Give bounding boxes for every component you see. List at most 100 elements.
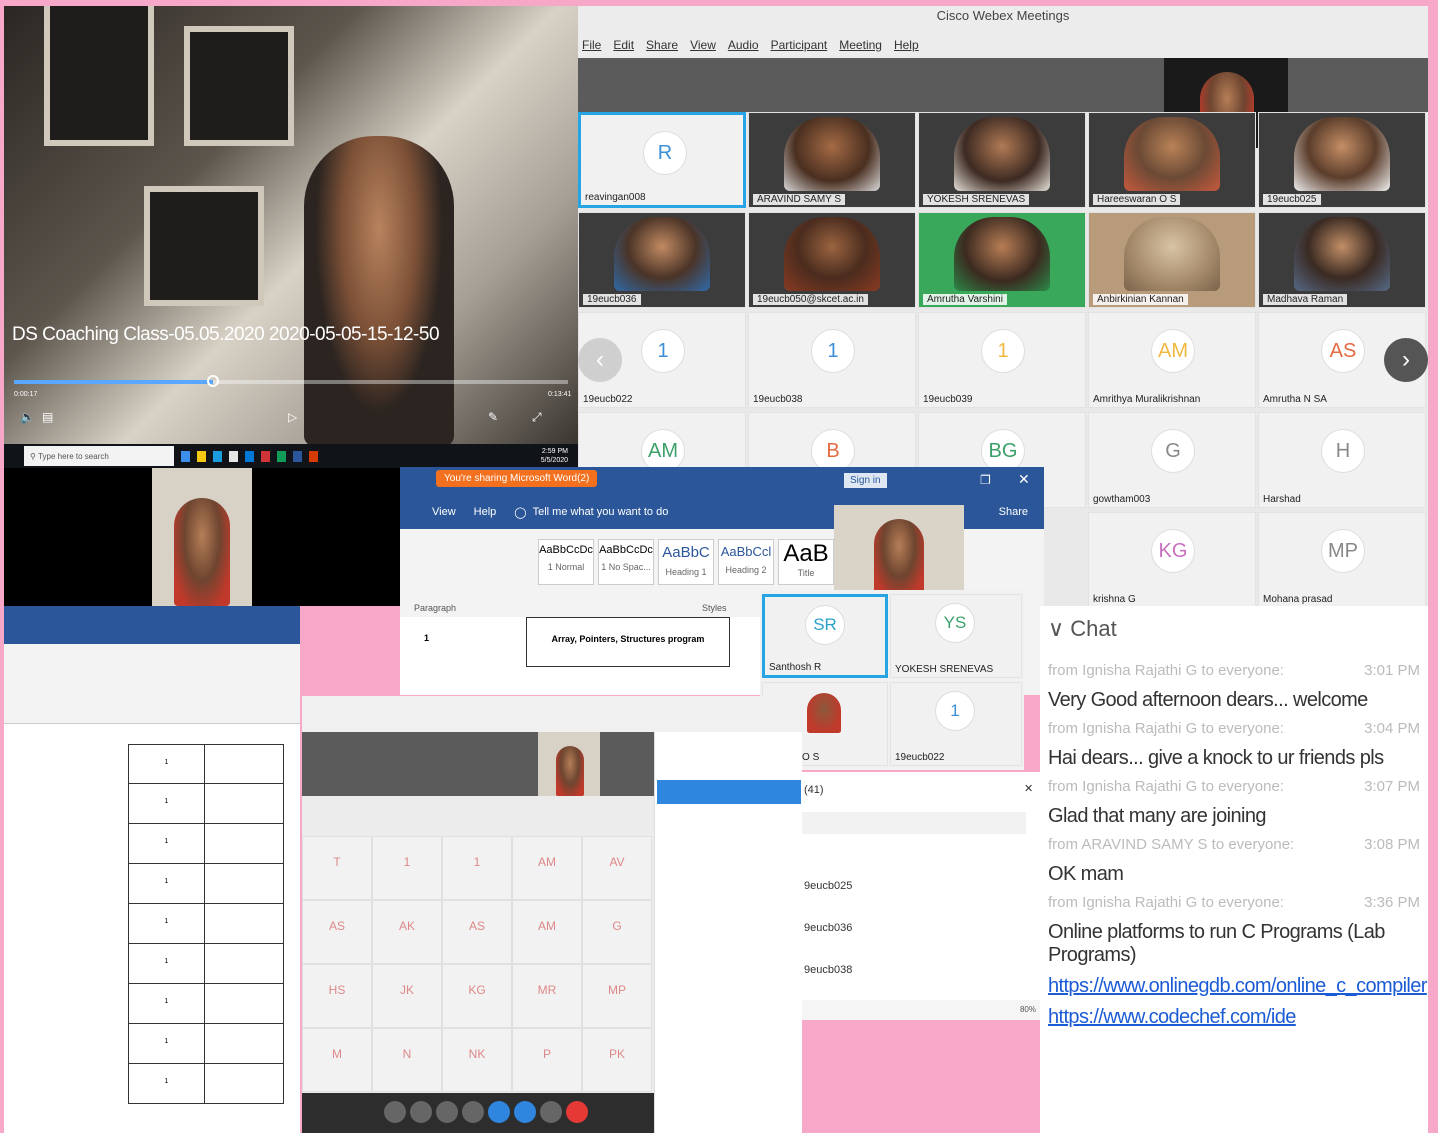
participant-tile[interactable]: YS YOKESH SRENEVAS: [890, 594, 1022, 678]
active-speaker-strip: [578, 58, 1428, 148]
clock-date: 5/5/2020: [540, 457, 568, 464]
share-screen-button[interactable]: [436, 1101, 458, 1123]
participant-tile[interactable]: H Harshad: [1258, 412, 1426, 508]
taskbar-clock[interactable]: 2:59 PM 5/5/2020: [541, 447, 568, 465]
chat-link[interactable]: https://www.onlinegdb.com/online_c_compi…: [1048, 975, 1427, 998]
seek-bar[interactable]: [14, 375, 568, 387]
participant-tile[interactable]: 1 19eucb039: [918, 312, 1086, 408]
menu-view[interactable]: View: [690, 38, 716, 58]
participant-tile[interactable]: Ggowtham003: [1088, 412, 1256, 508]
menu-participant[interactable]: Participant: [771, 38, 828, 58]
message-text: Online platforms to run C Programs (Lab …: [1048, 921, 1385, 966]
search-placeholder: Type here to search: [38, 451, 109, 461]
word-ribbon-tabs: [4, 628, 300, 644]
folder-icon[interactable]: [197, 450, 206, 462]
styles-group-label: Styles: [702, 603, 727, 613]
end-meeting-button[interactable]: [566, 1101, 588, 1123]
participant-tile[interactable]: 19eucb050@skcet.ac.in: [748, 212, 916, 308]
share-button[interactable]: Share: [999, 506, 1028, 518]
list-item[interactable]: 9eucb025: [804, 880, 852, 892]
style-title[interactable]: AaB Title: [778, 539, 834, 585]
participant-tile[interactable]: 1 19eucb022: [890, 682, 1022, 766]
participant-tile[interactable]: Amrutha Varshini: [918, 212, 1086, 308]
menu-share[interactable]: Share: [646, 38, 678, 58]
sharing-pill[interactable]: You're sharing Microsoft Word(2): [436, 470, 598, 487]
participant-tile[interactable]: R reavingan008: [578, 112, 746, 208]
close-icon[interactable]: ✕: [1024, 782, 1033, 795]
document-page[interactable]: 1 Array, Pointers, Structures program: [400, 617, 760, 695]
restore-icon[interactable]: ❐: [980, 473, 991, 487]
participant-tile[interactable]: Hareeswaran O S: [1088, 112, 1256, 208]
mute-button[interactable]: [384, 1101, 406, 1123]
style-heading-1[interactable]: AaBbC Heading 1: [658, 539, 714, 585]
chrome-icon[interactable]: [277, 450, 286, 462]
ppt-icon[interactable]: [309, 450, 318, 462]
list-item[interactable]: 9eucb038: [804, 964, 852, 976]
participant-tile[interactable]: SR Santhosh R: [762, 594, 888, 678]
zoom-level[interactable]: 80%: [800, 1000, 1042, 1020]
menu-help[interactable]: Help: [894, 38, 919, 58]
participant-tile[interactable]: KG krishna G: [1088, 512, 1256, 606]
participant-name: YOKESH SRENEVAS: [923, 194, 1030, 205]
next-page-button[interactable]: ›: [1384, 338, 1428, 382]
style-heading-2[interactable]: AaBbCcl Heading 2: [718, 539, 774, 585]
tell-me-box[interactable]: Tell me what you want to do: [533, 506, 669, 518]
word-titlebar: [4, 606, 300, 628]
tab-help[interactable]: Help: [474, 506, 497, 518]
chat-message: from Ignisha Rajathi G to everyone: 3:36 …: [1048, 894, 1420, 967]
word-icon[interactable]: [293, 450, 302, 462]
chat-panel: ∨ Chat from Ignisha Rajathi G to everyon…: [1040, 606, 1428, 1133]
participant-name: YOKESH SRENEVAS: [895, 664, 994, 675]
sign-in-button[interactable]: Sign in: [844, 473, 887, 488]
volume-icon[interactable]: 🔈: [20, 410, 35, 424]
participant-tile[interactable]: Anbirkinian Kannan: [1088, 212, 1256, 308]
seek-knob[interactable]: [207, 375, 220, 387]
prev-page-button[interactable]: ‹: [578, 338, 622, 382]
taskbar-search[interactable]: ⚲ Type here to search: [24, 446, 174, 466]
record-button[interactable]: [462, 1101, 484, 1123]
participant-tile[interactable]: AM Amrithya Muralikrishnan: [1088, 312, 1256, 408]
mail-icon[interactable]: [245, 450, 254, 462]
participant-tile[interactable]: Madhava Raman: [1258, 212, 1426, 308]
chat-button[interactable]: [514, 1101, 536, 1123]
mini-strip: [302, 732, 654, 796]
video-player[interactable]: DS Coaching Class-05.05.2020 2020-05-05-…: [4, 6, 578, 444]
office-icon[interactable]: [261, 450, 270, 462]
chat-message: from ARAVIND SAMY S to everyone: 3:08 PM …: [1048, 836, 1420, 886]
webex-mini-window: T 1 1 AM AV AS AK AS AM G HS JK KG MR MP…: [302, 696, 802, 1133]
participant-tile[interactable]: 1 19eucb038: [748, 312, 916, 408]
participant-tile[interactable]: 19eucb025: [1258, 112, 1426, 208]
video-title: DS Coaching Class-05.05.2020 2020-05-05-…: [12, 324, 440, 345]
menu-edit[interactable]: Edit: [613, 38, 634, 58]
menu-audio[interactable]: Audio: [728, 38, 759, 58]
app-icon[interactable]: [229, 450, 238, 462]
list-item[interactable]: 9eucb036: [804, 922, 852, 934]
participant-avatar: 1: [641, 329, 685, 373]
selected-participant[interactable]: [657, 780, 801, 804]
edit-icon[interactable]: ✎: [488, 410, 498, 424]
edge-icon[interactable]: [181, 450, 190, 462]
menu-file[interactable]: File: [582, 38, 601, 58]
chat-link[interactable]: https://www.codechef.com/ide: [1048, 1006, 1420, 1029]
menu-meeting[interactable]: Meeting: [839, 38, 882, 58]
search-input[interactable]: [800, 812, 1026, 834]
subtitles-icon[interactable]: ▤: [42, 410, 53, 424]
lightbulb-icon: ◯: [514, 506, 527, 519]
participant-avatar: G: [1151, 429, 1195, 473]
participant-tile[interactable]: ARAVIND SAMY S: [748, 112, 916, 208]
participants-button[interactable]: [488, 1101, 510, 1123]
participant-tile[interactable]: MP Mohana prasad: [1258, 512, 1426, 606]
store-icon[interactable]: [213, 450, 222, 462]
video-button[interactable]: [410, 1101, 432, 1123]
participant-tile[interactable]: 19eucb036: [578, 212, 746, 308]
participant-tile[interactable]: YOKESH SRENEVAS: [918, 112, 1086, 208]
close-icon[interactable]: ✕: [1018, 471, 1030, 488]
more-button[interactable]: [540, 1101, 562, 1123]
tab-view[interactable]: View: [432, 506, 456, 518]
play-icon[interactable]: ▷: [288, 410, 297, 424]
style-normal[interactable]: AaBbCcDc 1 Normal: [538, 539, 594, 585]
style-no-spacing[interactable]: AaBbCcDc 1 No Spac...: [598, 539, 654, 585]
chat-header[interactable]: ∨ Chat: [1048, 616, 1420, 642]
fullscreen-icon[interactable]: ⤢: [532, 410, 542, 425]
participant-name: Madhava Raman: [1263, 294, 1348, 305]
